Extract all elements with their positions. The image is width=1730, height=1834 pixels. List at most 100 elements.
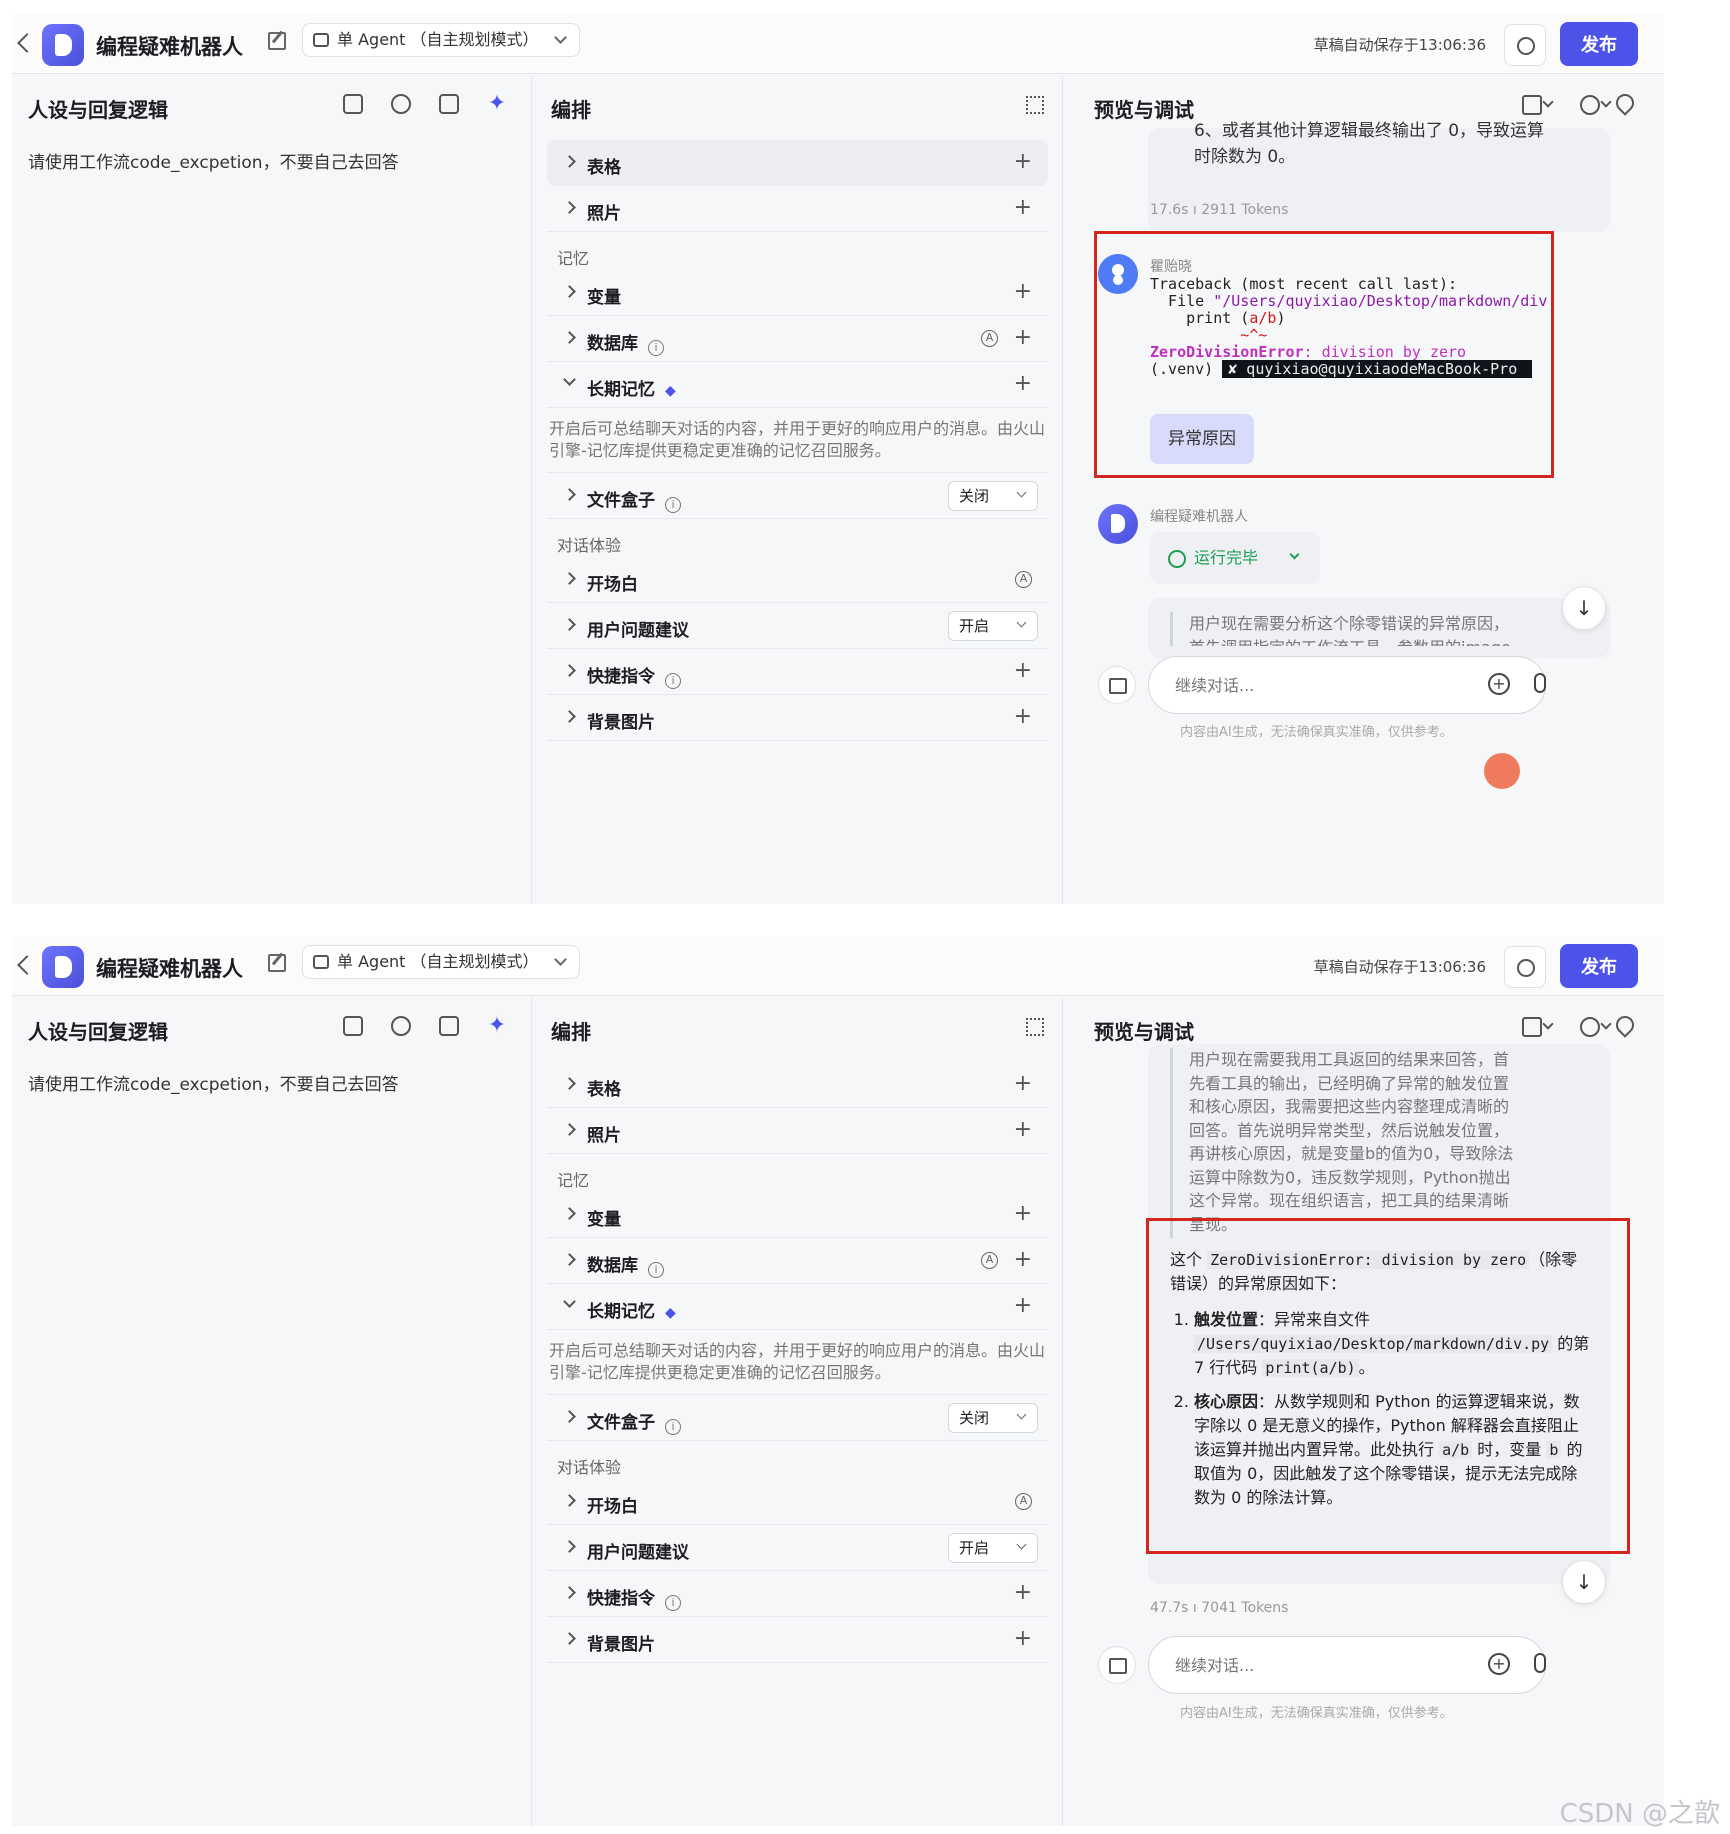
- debug-icon[interactable]: [1580, 94, 1614, 115]
- plus-icon[interactable]: +: [1014, 1293, 1032, 1318]
- info-icon[interactable]: i: [648, 1262, 664, 1278]
- auto-icon[interactable]: A: [981, 330, 998, 347]
- row-longterm-memory[interactable]: 长期记忆 ◆ +: [547, 362, 1048, 408]
- scroll-down-button[interactable]: ↓: [1562, 586, 1606, 630]
- bot-name: 编程疑难机器人: [96, 35, 243, 59]
- chevron-down-icon: [563, 373, 576, 386]
- row-table[interactable]: 表格 +: [547, 1062, 1048, 1108]
- sparkle-icon[interactable]: ✦: [487, 1015, 507, 1037]
- run-status[interactable]: 运行完毕: [1150, 532, 1320, 584]
- row-table[interactable]: 表格 +: [547, 140, 1048, 186]
- plus-icon[interactable]: +: [1014, 1071, 1032, 1096]
- plus-icon[interactable]: +: [1014, 1580, 1032, 1605]
- filebox-select[interactable]: 关闭: [948, 1403, 1038, 1433]
- microphone-icon[interactable]: [1534, 673, 1546, 693]
- plus-icon[interactable]: +: [1014, 371, 1032, 396]
- publish-button[interactable]: 发布: [1560, 22, 1638, 66]
- row-variable[interactable]: 变量 +: [547, 1192, 1048, 1238]
- row-shortcut[interactable]: 快捷指令 i +: [547, 1571, 1048, 1617]
- filebox-select[interactable]: 关闭: [948, 481, 1038, 511]
- skill-icon[interactable]: [343, 94, 363, 114]
- auto-icon[interactable]: A: [1015, 1493, 1032, 1510]
- template-icon[interactable]: [439, 1016, 459, 1036]
- row-database[interactable]: 数据库 i A +: [547, 316, 1048, 362]
- row-filebox[interactable]: 文件盒子 i 关闭: [547, 473, 1048, 519]
- run-status-label: 运行完毕: [1194, 548, 1259, 567]
- code-line: File: [1150, 292, 1214, 310]
- row-shortcut[interactable]: 快捷指令 i +: [547, 649, 1048, 695]
- persona-text[interactable]: 请使用工作流code_excpetion，不要自己去回答: [28, 1070, 399, 1095]
- database-label: 数据库: [587, 334, 638, 354]
- auto-icon[interactable]: A: [1015, 571, 1032, 588]
- info-icon[interactable]: i: [665, 497, 681, 513]
- info-icon[interactable]: i: [665, 673, 681, 689]
- add-attachment-icon[interactable]: +: [1488, 1653, 1510, 1675]
- auto-icon[interactable]: A: [981, 1252, 998, 1269]
- plus-icon[interactable]: +: [1014, 1626, 1032, 1651]
- edit-icon[interactable]: [268, 954, 286, 972]
- code-path: "/Users/quyixiao/Desktop/markdown/div.: [1213, 292, 1557, 310]
- debug-icon[interactable]: [1580, 1016, 1614, 1037]
- suggest-select[interactable]: 开启: [948, 611, 1038, 641]
- row-longterm-memory[interactable]: 长期记忆 ◆ +: [547, 1284, 1048, 1330]
- back-icon[interactable]: [17, 33, 37, 53]
- ai-disclaimer: 内容由AI生成，无法确保真实准确，仅供参考。: [1180, 1706, 1453, 1721]
- row-variable[interactable]: 变量 +: [547, 270, 1048, 316]
- scroll-down-button[interactable]: ↓: [1562, 1560, 1606, 1604]
- history-button[interactable]: [1504, 946, 1546, 988]
- row-background[interactable]: 背景图片 +: [547, 1617, 1048, 1663]
- bulb-icon[interactable]: [391, 94, 411, 114]
- persona-text[interactable]: 请使用工作流code_excpetion，不要自己去回答: [28, 148, 399, 173]
- history-button[interactable]: [1504, 24, 1546, 66]
- row-suggest[interactable]: 用户问题建议 开启: [547, 1525, 1048, 1571]
- row-background[interactable]: 背景图片 +: [547, 695, 1048, 741]
- chat-input[interactable]: [1148, 656, 1546, 714]
- plus-icon[interactable]: +: [1014, 704, 1032, 729]
- plus-icon[interactable]: +: [1014, 1247, 1032, 1272]
- plus-icon[interactable]: +: [1014, 1117, 1032, 1142]
- add-attachment-icon[interactable]: +: [1488, 673, 1510, 695]
- info-icon[interactable]: i: [648, 340, 664, 356]
- wrench-icon[interactable]: [1612, 90, 1638, 116]
- plus-icon[interactable]: +: [1014, 195, 1032, 220]
- layout-icon[interactable]: [1522, 1016, 1556, 1037]
- info-icon[interactable]: i: [665, 1595, 681, 1611]
- skill-icon[interactable]: [343, 1016, 363, 1036]
- bulb-icon[interactable]: [391, 1016, 411, 1036]
- publish-button[interactable]: 发布: [1560, 944, 1638, 988]
- row-database[interactable]: 数据库 i A +: [547, 1238, 1048, 1284]
- row-photo[interactable]: 照片 +: [547, 186, 1048, 232]
- watermark: CSDN @之歆: [1559, 1799, 1720, 1829]
- toolbox-button[interactable]: [1098, 666, 1136, 704]
- agent-mode-select[interactable]: 单 Agent （自主规划模式）: [302, 23, 580, 57]
- agent-mode-select[interactable]: 单 Agent （自主规划模式）: [302, 945, 580, 979]
- row-photo[interactable]: 照片 +: [547, 1108, 1048, 1154]
- microphone-icon[interactable]: [1534, 1653, 1546, 1673]
- row-opening[interactable]: 开场白 A: [547, 1479, 1048, 1525]
- row-filebox[interactable]: 文件盒子 i 关闭: [547, 1395, 1048, 1441]
- edit-icon[interactable]: [268, 32, 286, 50]
- chat-input[interactable]: [1148, 1636, 1546, 1694]
- suggest-select[interactable]: 开启: [948, 1533, 1038, 1563]
- thinking-line: 用户现在需要分析这个除零错误的异常原因，: [1189, 614, 1510, 633]
- row-opening[interactable]: 开场白 A: [547, 557, 1048, 603]
- grid-icon[interactable]: [1026, 1018, 1044, 1036]
- grid-icon[interactable]: [1026, 96, 1044, 114]
- plus-icon[interactable]: +: [1014, 279, 1032, 304]
- layout-icon[interactable]: [1522, 94, 1556, 115]
- info-icon[interactable]: i: [665, 1419, 681, 1435]
- toolbox-button[interactable]: [1098, 1646, 1136, 1684]
- row-label: 用户问题建议: [587, 1543, 689, 1563]
- code-expr: a/b: [1249, 309, 1277, 327]
- template-icon[interactable]: [439, 94, 459, 114]
- sparkle-icon[interactable]: ✦: [487, 93, 507, 115]
- row-label: 用户问题建议: [587, 621, 689, 641]
- row-suggest[interactable]: 用户问题建议 开启: [547, 603, 1048, 649]
- plus-icon[interactable]: +: [1014, 658, 1032, 683]
- wrench-icon[interactable]: [1612, 1012, 1638, 1038]
- plus-icon[interactable]: +: [1014, 325, 1032, 350]
- plus-icon[interactable]: +: [1014, 1201, 1032, 1226]
- top-bar: 编程疑难机器人 单 Agent （自主规划模式） 草稿自动保存于13:06:36…: [12, 14, 1664, 74]
- plus-icon[interactable]: +: [1014, 149, 1032, 174]
- back-icon[interactable]: [17, 955, 37, 975]
